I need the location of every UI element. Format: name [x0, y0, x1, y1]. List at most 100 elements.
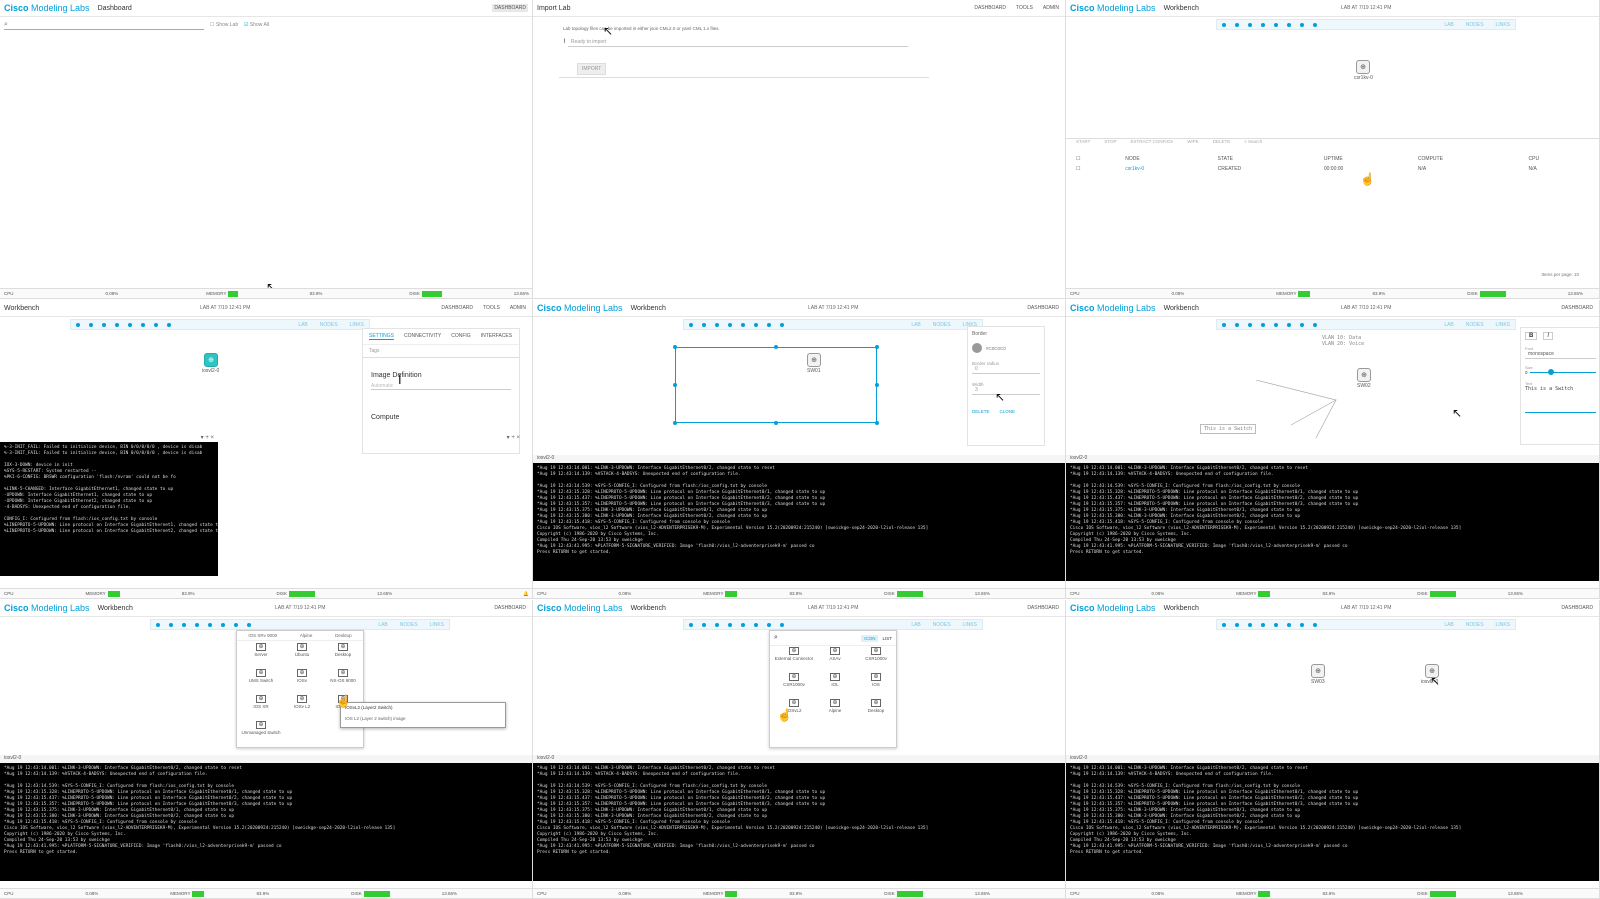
- palette-item[interactable]: ⊕ IOSv: [282, 669, 322, 683]
- app-logo[interactable]: Cisco Modeling Labs: [1070, 603, 1156, 613]
- dashboard-button[interactable]: DASHBOARD: [492, 604, 528, 612]
- lab-menu[interactable]: LAB AT 7/19 12:41 PM: [808, 605, 858, 611]
- palette-item[interactable]: ⊕ IOL: [815, 673, 855, 687]
- tab-settings[interactable]: SETTINGS: [369, 333, 395, 340]
- console-tab[interactable]: iosvl2-0: [1066, 455, 1599, 463]
- clone-button[interactable]: CLONE: [1000, 409, 1016, 414]
- app-logo[interactable]: Cisco Modeling Labs: [4, 603, 90, 613]
- size-slider[interactable]: 0: [1525, 369, 1596, 375]
- tab-connectivity[interactable]: CONNECTIVITY: [404, 333, 441, 340]
- add-node-palette: ⌕ ICON LIST ⊕ External Connector ⊕ ASAv ⊕ CSR10…: [769, 630, 897, 748]
- lab-menu[interactable]: LAB AT 7/19 12:41 PM: [1341, 605, 1391, 611]
- console-terminal[interactable]: *Aug 19 12:43:14.001: %LINK-3-UPDOWN: In…: [1066, 463, 1599, 581]
- console-terminal[interactable]: *Aug 19 12:43:14.001: %LINK-3-UPDOWN: In…: [533, 763, 1065, 881]
- console-terminal[interactable]: %-3-INIT_FAIL: Failed to initialize devi…: [0, 442, 218, 576]
- app-logo[interactable]: Cisco Modeling Labs: [4, 3, 90, 13]
- palette-item[interactable]: ⊕ IOS XR: [241, 695, 281, 709]
- lab-menu[interactable]: LAB AT 7/19 12:41 PM: [808, 305, 858, 311]
- switch-node[interactable]: ⊕: [1311, 664, 1325, 678]
- show-lab-checkbox[interactable]: ☐ Show Lab: [210, 22, 238, 28]
- tab-interfaces[interactable]: INTERFACES: [481, 333, 512, 340]
- tools-button[interactable]: TOOLS: [1014, 4, 1035, 12]
- palette-item[interactable]: ⊕ CSR1000v: [856, 647, 896, 661]
- console-tab[interactable]: iosvl2-0: [533, 755, 1065, 763]
- palette-item[interactable]: ⊕ CSR1000v: [774, 673, 814, 687]
- console-tab[interactable]: iosvl2-0: [0, 755, 532, 763]
- console-controls[interactable]: ▾ + ×: [440, 434, 520, 442]
- rectangle-annotation[interactable]: [673, 345, 879, 425]
- palette-item[interactable]: ⊕ Desktop: [323, 643, 363, 657]
- tab-list[interactable]: LIST: [882, 636, 892, 641]
- palette-item[interactable]: ⊕ External Connector: [774, 647, 814, 661]
- dashboard-button[interactable]: DASHBOARD: [1559, 604, 1595, 612]
- lab-menu[interactable]: LAB AT 7/19 12:41 PM: [1341, 305, 1391, 311]
- bell-icon[interactable]: 🔔: [523, 591, 529, 597]
- switch-node[interactable]: ⊕: [807, 353, 821, 367]
- import-button[interactable]: IMPORT: [577, 63, 607, 75]
- border-radius-input[interactable]: 0: [972, 366, 1040, 374]
- palette-item[interactable]: ⊕ IOSv L2: [282, 695, 322, 709]
- dashboard-button[interactable]: DASHBOARD: [439, 304, 475, 312]
- dashboard-button[interactable]: DASHBOARD: [1025, 604, 1061, 612]
- text-annotation[interactable]: This is a Switch: [1200, 424, 1257, 434]
- table-row[interactable]: ☐ csr1kv-0 CREATED 00:00:00 N/A N/A: [1070, 164, 1590, 174]
- app-logo[interactable]: Cisco Modeling Labs: [537, 303, 623, 313]
- palette-item[interactable]: ⊕ NX-OS 9000: [323, 669, 363, 683]
- delete-button[interactable]: DELETE: [972, 409, 990, 414]
- width-input[interactable]: 3: [972, 387, 1040, 395]
- lab-menu[interactable]: LAB AT 7/19 12:41 PM: [200, 305, 250, 311]
- search-input[interactable]: ⌕: [4, 21, 204, 30]
- start-button[interactable]: START: [1076, 139, 1090, 148]
- dashboard-button[interactable]: DASHBOARD: [1559, 304, 1595, 312]
- font-select[interactable]: monospace: [1525, 351, 1596, 359]
- app-logo[interactable]: Cisco Modeling Labs: [1070, 303, 1156, 313]
- console-terminal[interactable]: *Aug 19 12:43:14.001: %LINK-3-UPDOWN: In…: [0, 763, 532, 881]
- delete-button[interactable]: DELETE: [1213, 139, 1231, 148]
- show-all-checkbox[interactable]: ☑ Show All: [244, 22, 269, 28]
- palette-item[interactable]: ⊕ Ubuntu: [282, 643, 322, 657]
- tab-config[interactable]: CONFIG: [451, 333, 470, 340]
- console-terminal[interactable]: *Aug 19 12:43:14.001: %LINK-3-UPDOWN: In…: [1066, 763, 1599, 881]
- stop-button[interactable]: STOP: [1104, 139, 1116, 148]
- console-tab[interactable]: iosvl2-0: [533, 455, 1065, 463]
- file-input[interactable]: ⌇ Ready to import: [563, 38, 923, 47]
- lab-menu[interactable]: LAB AT 7/19 12:41 PM: [1341, 5, 1391, 11]
- extract-configs-button[interactable]: EXTRACT CONFIGS: [1131, 139, 1174, 148]
- palette-item[interactable]: ⊕ Server: [241, 643, 281, 657]
- vlan-annotation[interactable]: VLAN 10: Data VLAN 20: Voice: [1322, 335, 1364, 347]
- palette-item[interactable]: ⊕ ASAv: [815, 647, 855, 661]
- switch-node[interactable]: ⊕: [204, 353, 218, 367]
- dashboard-button[interactable]: DASHBOARD: [1025, 304, 1061, 312]
- console-controls[interactable]: ▾ + ×: [0, 434, 220, 442]
- admin-button[interactable]: ADMIN: [1041, 4, 1061, 12]
- image-definition-select[interactable]: Automatic: [371, 383, 511, 390]
- items-per-page[interactable]: Items per page: 10: [1541, 272, 1579, 277]
- palette-item[interactable]: ⊕ Desktop: [856, 699, 896, 713]
- bold-button[interactable]: B: [1525, 332, 1538, 340]
- console-terminal[interactable]: *Aug 19 12:43:14.001: %LINK-3-UPDOWN: In…: [533, 463, 1065, 581]
- text-input[interactable]: This is a Switch: [1525, 386, 1596, 413]
- app-logo[interactable]: Cisco Modeling Labs: [1070, 3, 1156, 13]
- color-picker[interactable]: #C0C0C0: [972, 343, 1040, 353]
- lab-menu[interactable]: LAB AT 7/19 12:41 PM: [275, 605, 325, 611]
- italic-button[interactable]: I: [1543, 332, 1554, 340]
- arrow-annotation[interactable]: [1256, 380, 1346, 440]
- palette-item[interactable]: ⊕ IOS: [856, 673, 896, 687]
- console-tab[interactable]: iosvl2-0: [1066, 755, 1599, 763]
- switch-node[interactable]: ⊕: [1357, 368, 1371, 382]
- search-icon[interactable]: ⌕: [774, 634, 778, 642]
- dashboard-button[interactable]: DASHBOARD: [972, 4, 1008, 12]
- wipe-button[interactable]: WIPE: [1187, 139, 1199, 148]
- tab-icon[interactable]: ICON: [861, 634, 879, 642]
- search-icon[interactable]: ⌕ Search: [1244, 139, 1262, 148]
- admin-button[interactable]: ADMIN: [508, 304, 528, 312]
- node-type-icon: ⊕: [830, 699, 840, 707]
- tags-input[interactable]: Tags: [363, 345, 519, 358]
- dashboard-button[interactable]: DASHBOARD: [492, 4, 528, 12]
- app-logo[interactable]: Cisco Modeling Labs: [537, 603, 623, 613]
- tools-button[interactable]: TOOLS: [481, 304, 502, 312]
- palette-item[interactable]: ⊕ Unmanaged Switch: [241, 721, 281, 735]
- palette-item[interactable]: ⊕ UMS Switch: [241, 669, 281, 683]
- palette-item[interactable]: ⊕ Alpine: [815, 699, 855, 713]
- router-node[interactable]: ⊕: [1356, 60, 1370, 74]
